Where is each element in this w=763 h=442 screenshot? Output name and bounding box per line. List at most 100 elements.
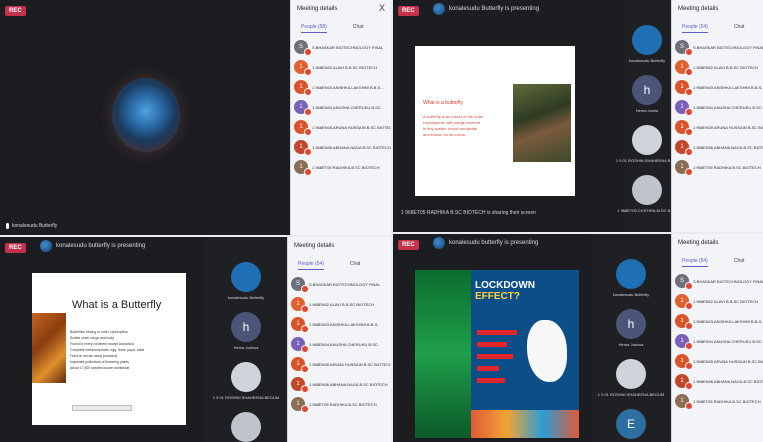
tab-chat[interactable]: Chat — [734, 258, 745, 267]
status-badge — [685, 282, 693, 290]
participant-avatar: 1 — [675, 80, 693, 96]
participant-row[interactable]: 11 968EN05 ARUNA HUSSAIN B.SC BIOTECH — [675, 351, 763, 371]
participant-row[interactable]: 11 968EN04 ANUSHA CHERUKU B.SC. — [294, 97, 391, 117]
participant-row[interactable]: 11 968EN06 ABHANA NAGA B.SC BIOTECH — [294, 137, 391, 157]
panel-title: Meeting details — [294, 243, 335, 249]
video-tile[interactable]: konalesudu Butterfly — [591, 254, 671, 302]
participant-name: 1 968EN02 ALAVI B.B.SC BIOTECH — [693, 64, 759, 70]
participant-row[interactable]: S S.BHASKAR BIOTECHNOLOGY FINAL — [294, 37, 391, 57]
participant-avatar: 1 — [675, 140, 693, 156]
recording-badge: REC — [398, 6, 419, 16]
participant-row[interactable]: 11 968EN04 ANUSHA CHERUKU B.SC. — [675, 331, 763, 351]
slide-text: A butterfly is an insect of the order Lep… — [423, 114, 503, 138]
video-tile[interactable]: 1 9 01 ROSHNI SHAHEENA BEGUM — [205, 357, 287, 405]
participant-row[interactable]: 11 968EN04 ANUSHA CHERUKU B.SC. — [291, 334, 391, 354]
text-line: About 17,500 species known worldwide — [70, 366, 130, 370]
participant-row[interactable]: S S.BHASKAR BIOTECHNOLOGY FINAL — [291, 274, 391, 294]
participant-name: 1 968EN06 ABHANA NAGA B.SC BIOTECH — [312, 144, 391, 150]
tab-chat[interactable]: Chat — [734, 24, 745, 33]
tile-avatar — [231, 362, 261, 392]
participant-row[interactable]: 11 968ET05 RADHIKA B.SC BIOTECH — [675, 391, 763, 411]
video-tile[interactable]: h Hema Josha — [623, 70, 671, 118]
participant-row[interactable]: 11 968ET05 RADHIKA B.SC BIOTECH — [675, 157, 763, 177]
presenter-avatar — [433, 237, 445, 249]
video-tile[interactable]: 1 968ET05 CHITHRA M.SC B.SC — [205, 407, 287, 442]
participant-row[interactable]: 11 968EN02 ALAVI B.B.SC BIOTECH — [675, 57, 763, 77]
participant-name: 1 968EN06 ABHANA NAGA B.SC BIOTECH — [693, 378, 763, 384]
slide-controls[interactable] — [72, 405, 132, 411]
participant-row[interactable]: 11 968EN02 ALAVI B.B.SC BIOTECH — [675, 291, 763, 311]
participant-row[interactable]: 11 968ET05 RADHIKA B.SC BIOTECH — [294, 157, 391, 177]
participant-row[interactable]: 11 968EN06 ABHANA NAGA B.SC BIOTECH — [675, 137, 763, 157]
participant-row[interactable]: 11 968EN03 ANISHKA LAKSHMI B.B.S... — [291, 314, 391, 334]
video-tiles: konalesudu Butterfly h Hema Joshua 1 9 01 R… — [591, 234, 671, 442]
video-tile[interactable]: 1 968ET09 CHITHRA M.SC B.SC — [617, 170, 677, 218]
participant-avatar: 1 — [675, 354, 693, 370]
meeting-details-panel: Meeting details X People (58) Chat S S.BH… — [290, 0, 391, 235]
tile-avatar — [632, 125, 662, 155]
participant-row[interactable]: 11 968EN05 ARUNA HUSSAIN B.SC BIOTECH — [291, 354, 391, 374]
participant-name: 1 968EN06 ABHANA NAGA B.SC BIOTECH — [309, 381, 388, 387]
close-icon[interactable]: X — [379, 3, 385, 13]
lockdown-infographic: LOCKDOWN EFFECT? — [415, 270, 579, 438]
participant-name: 1 968EN05 ARUNA HUSSAIN B.SC BIOTECH — [693, 124, 763, 130]
video-tile[interactable]: 1 9 01 ROSHNI SHAHEENA B.M... — [616, 120, 678, 168]
tab-people[interactable]: People (54) — [298, 261, 324, 270]
participant-name: 1 968ET05 RADHIKA B.SC BIOTECH — [693, 398, 761, 404]
status-badge — [685, 302, 693, 310]
bar-chart — [477, 330, 523, 396]
meeting-details-panel: Meeting details People (54) Chat S S.BHAS… — [671, 0, 763, 232]
participant-row[interactable]: 11 968EN03 ANISHKA LAKSHMI B.B.S... — [675, 311, 763, 331]
participant-avatar: 1 — [294, 100, 312, 116]
participant-row[interactable]: 11 968EN05 ARUNA HUSSAIN B.SC BIOTECH — [294, 117, 391, 137]
video-tile[interactable]: h Hema Joshua — [591, 304, 671, 352]
participant-row[interactable]: 11 968EN05 ARUNA HUSSAIN B.SC BIOTECH — [675, 117, 763, 137]
participant-name: 1 968ET05 RADHIKA B.SC BIOTECH — [312, 164, 380, 170]
butterfly-photo — [32, 313, 66, 383]
participant-name: S.BHASKAR BIOTECHNOLOGY FINAL — [693, 278, 763, 284]
status-badge — [685, 382, 693, 390]
video-tile[interactable]: h Hema Joshua — [205, 307, 287, 355]
tab-chat[interactable]: Chat — [350, 261, 361, 270]
video-tile[interactable]: E1 9 01 ELAKKIYA B.SC BIOTECH — [591, 404, 671, 442]
participant-avatar: 1 — [675, 394, 693, 410]
participant-name: 1 968EN03 ANISHKA LAKSHMI B.B.S... — [693, 318, 763, 324]
tab-chat[interactable]: Chat — [353, 24, 364, 33]
status-badge — [304, 68, 312, 76]
tile-avatar — [231, 262, 261, 292]
participant-row[interactable]: 11 968EN02 ALAVI B.B.SC BIOTECH — [291, 294, 391, 314]
infographic-left — [415, 270, 471, 438]
video-tile[interactable]: konalesudu Butterfly — [205, 257, 287, 305]
tile-name: 1 9 01 ROSHNI SHAHEENA BEGUM — [597, 392, 665, 397]
video-tile[interactable]: konalesudu Butterfly — [623, 20, 671, 68]
tab-people[interactable]: People (58) — [301, 24, 327, 33]
tab-people[interactable]: People (54) — [682, 258, 708, 267]
participant-row[interactable]: 11 968EN03 ANISHKA LAKSHMI B.B.S... — [675, 77, 763, 97]
status-badge — [304, 88, 312, 96]
tab-people[interactable]: People (54) — [682, 24, 708, 33]
participant-name: 1 968EN03 ANISHKA LAKSHMI B.B.S... — [312, 84, 384, 90]
status-badge — [685, 108, 693, 116]
speaker-label: konalesudu Butterfly — [6, 223, 57, 229]
participant-avatar: 1 — [675, 100, 693, 116]
video-tile[interactable]: 1 9 01 ROSHNI SHAHEENA BEGUM — [591, 354, 671, 402]
participant-name: 1 968EN06 ABHANA NAGA B.SC BIOTECH — [693, 144, 763, 150]
participant-row[interactable]: 11 968EN06 ABHANA NAGA B.SC BIOTECH — [291, 374, 391, 394]
tile-name: Hema Josha — [635, 108, 659, 113]
participant-row[interactable]: 11 968EN03 ANISHKA LAKSHMI B.B.S... — [294, 77, 391, 97]
panel-title: Meeting details — [297, 6, 338, 12]
tile-avatar — [632, 25, 662, 55]
status-badge — [301, 325, 309, 333]
participant-row[interactable]: 11 968EN02 ALAVI B.B.SC BIOTECH — [294, 57, 391, 77]
participant-row[interactable]: 11 968EN06 ABHANA NAGA B.SC BIOTECH — [675, 371, 763, 391]
participant-row[interactable]: 11 968EN04 ANUSHA CHERUKU B.SC. — [675, 97, 763, 117]
participant-avatar: 1 — [294, 120, 312, 136]
status-badge — [304, 148, 312, 156]
status-badge — [301, 365, 309, 373]
status-badge — [304, 128, 312, 136]
participant-name: 1 968ET05 RADHIKA B.SC BIOTECH — [309, 401, 377, 407]
participant-row[interactable]: S S.BHASKAR BIOTECHNOLOGY FINAL — [675, 271, 763, 291]
participant-row[interactable]: S S.BHASKAR BIOTECHNOLOGY FINAL — [675, 37, 763, 57]
participant-row[interactable]: 11 968ET05 RADHIKA B.SC BIOTECH — [291, 394, 391, 414]
participant-avatar: 1 — [294, 80, 312, 96]
